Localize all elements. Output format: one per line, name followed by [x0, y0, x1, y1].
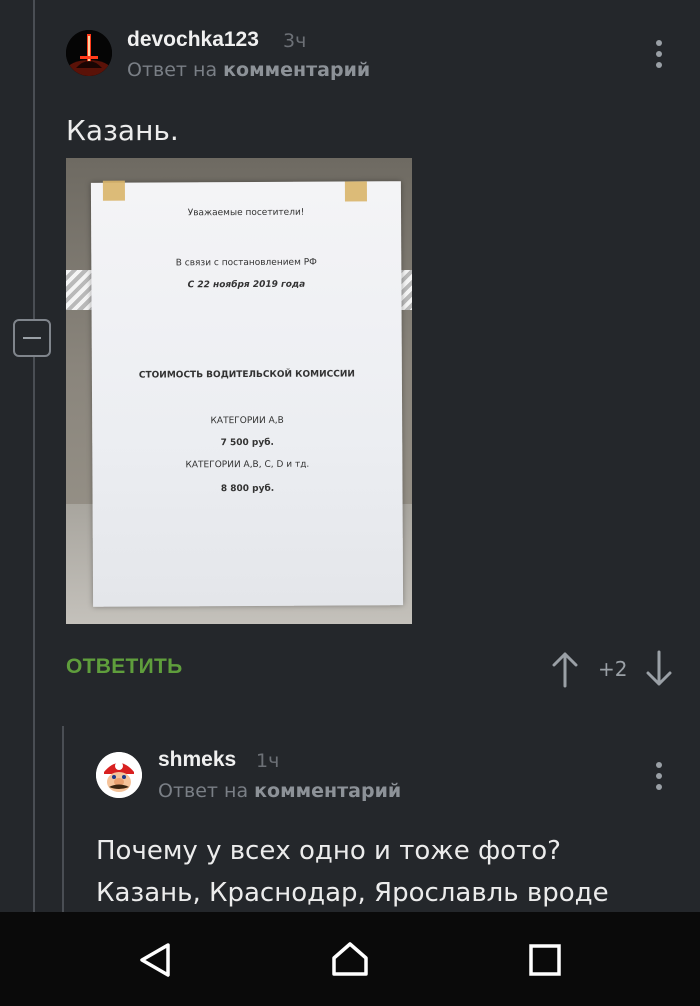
arrow-down-icon[interactable] — [646, 650, 672, 688]
notice-line: 7 500 руб. — [220, 437, 274, 449]
notice-line: В связи с постановлением РФ — [175, 257, 317, 269]
comment-text: Почему у всех одно и тоже фото? Казань, … — [96, 830, 609, 914]
comment-author[interactable]: devochka123 — [127, 28, 259, 52]
reply-to-label: Ответ на комментарий — [127, 59, 370, 81]
comment-text: Казань. — [66, 114, 179, 147]
notice-line: 8 800 руб. — [220, 483, 275, 495]
arrow-up-icon[interactable] — [552, 650, 578, 688]
reply-target-link[interactable]: комментарий — [254, 780, 401, 802]
notice-line: КАТЕГОРИИ А,В, С, D и тд. — [185, 459, 310, 471]
comment-author[interactable]: shmeks — [158, 748, 236, 772]
comment-time: 3ч — [283, 30, 307, 52]
reply-target-link[interactable]: комментарий — [223, 59, 370, 81]
system-nav-bar — [0, 912, 700, 1006]
comment-photo[interactable]: Уважаемые посетители! В связи с постанов… — [66, 158, 412, 624]
reply-prefix: Ответ на — [158, 780, 249, 802]
notice-line: Уважаемые посетители! — [187, 207, 305, 219]
reply-prefix: Ответ на — [127, 59, 218, 81]
notice-paper: Уважаемые посетители! В связи с постанов… — [90, 180, 404, 607]
home-icon[interactable] — [330, 940, 370, 980]
kebab-menu-icon[interactable] — [655, 762, 663, 790]
notice-line: С 22 ноября 2019 года — [187, 279, 306, 291]
comment-time: 1ч — [256, 750, 280, 772]
tape — [102, 180, 125, 201]
comment-score: +2 — [598, 657, 628, 681]
collapse-icon — [23, 337, 41, 339]
thread-line — [33, 0, 35, 912]
kebab-menu-icon[interactable] — [655, 40, 663, 68]
comment-text-line: Почему у всех одно и тоже фото? — [96, 836, 561, 866]
tape — [344, 181, 367, 202]
back-icon[interactable] — [136, 940, 176, 980]
notice-line: КАТЕГОРИИ А,В — [210, 415, 284, 427]
recents-icon[interactable] — [526, 940, 566, 980]
reply-button[interactable]: ОТВЕТИТЬ — [66, 655, 183, 679]
avatar[interactable] — [66, 30, 112, 76]
reply-to-label: Ответ на комментарий — [158, 780, 401, 802]
avatar[interactable] — [96, 752, 142, 798]
notice-line: СТОИМОСТЬ ВОДИТЕЛЬСКОЙ КОМИССИИ — [138, 369, 355, 381]
collapse-thread-button[interactable] — [13, 319, 51, 357]
comment-text-line: Казань, Краснодар, Ярославль вроде — [96, 878, 609, 908]
nested-thread-line — [62, 726, 64, 916]
